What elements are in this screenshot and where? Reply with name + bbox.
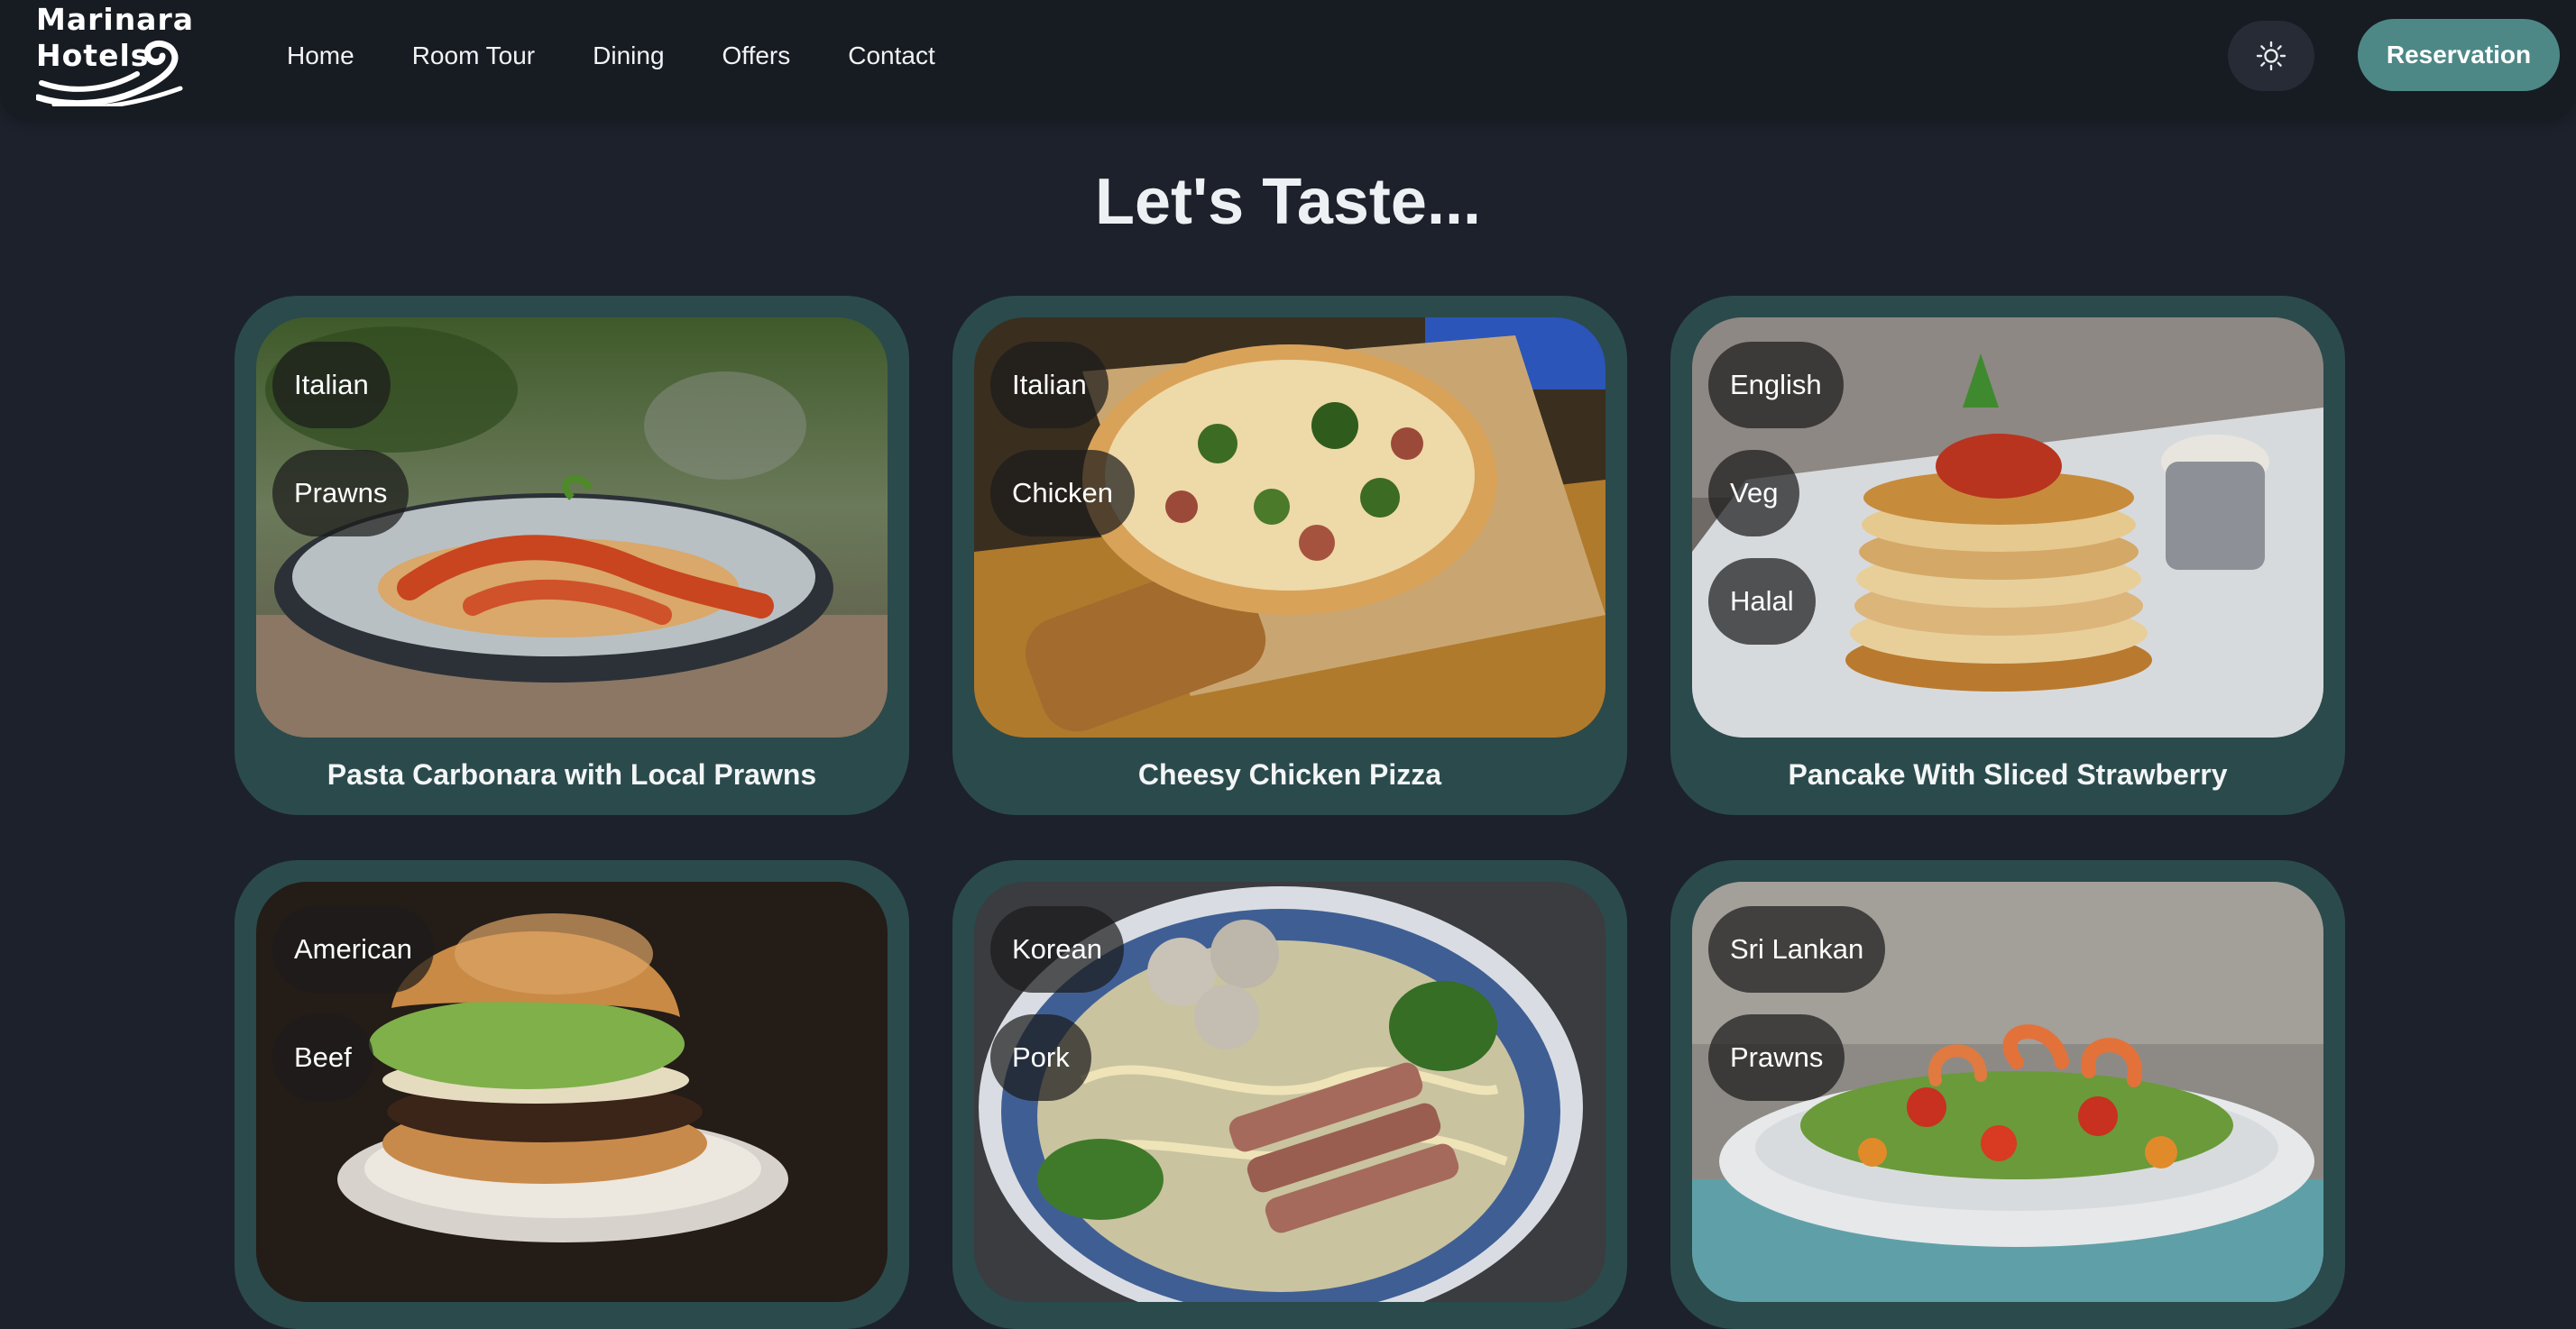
dish-card[interactable]: American Beef [235, 860, 909, 1329]
reservation-button[interactable]: Reservation [2358, 19, 2560, 91]
dish-tag: Italian [990, 342, 1109, 428]
dish-title: Cheesy Chicken Pizza [1137, 758, 1442, 791]
dish-card[interactable]: English Veg Halal Pancake With Sliced St… [1670, 296, 2345, 815]
dish-tag: English [1708, 342, 1844, 428]
dish-tags: English Veg Halal [1708, 342, 1844, 666]
dish-tag: Sri Lankan [1708, 906, 1886, 993]
sun-icon [2256, 41, 2286, 71]
dish-tag: Chicken [990, 450, 1135, 536]
dish-tags: Italian Chicken [990, 342, 1135, 558]
theme-toggle-button[interactable] [2228, 21, 2314, 91]
dish-card[interactable]: Italian Prawns Pasta Carbonara with Loca… [235, 296, 909, 815]
dish-tags: Sri Lankan Prawns [1708, 906, 1886, 1123]
dish-tag: Prawns [1708, 1014, 1845, 1101]
brand-line-1: Marinara [36, 2, 194, 37]
main-nav: Home Room Tour Dining Offers Contact [287, 36, 993, 76]
brand-logo[interactable]: Marinara Hotels [36, 2, 198, 108]
dish-tag: Korean [990, 906, 1124, 993]
wave-icon [36, 40, 183, 106]
dish-tag: Pork [990, 1014, 1091, 1101]
dish-card[interactable]: Sri Lankan Prawns [1670, 860, 2345, 1329]
dish-tag: Beef [272, 1014, 373, 1101]
nav-offers[interactable]: Offers [722, 36, 791, 76]
navbar: Marinara Hotels Home Room Tour Dining Of… [0, 0, 2576, 119]
dish-card[interactable]: Korean Pork [952, 860, 1627, 1329]
nav-dining[interactable]: Dining [593, 36, 664, 76]
dish-tags: Korean Pork [990, 906, 1124, 1123]
dish-title: Pasta Carbonara with Local Prawns [327, 758, 817, 791]
dish-tag: Italian [272, 342, 391, 428]
dish-tags: American Beef [272, 906, 434, 1123]
dish-tag: Halal [1708, 558, 1816, 645]
dish-tag: Veg [1708, 450, 1800, 536]
nav-home[interactable]: Home [287, 36, 354, 76]
dish-title: Pancake With Sliced Strawberry [1788, 758, 2228, 791]
nav-room-tour[interactable]: Room Tour [412, 36, 535, 76]
nav-contact[interactable]: Contact [848, 36, 935, 76]
page-title: Let's Taste... [1095, 166, 1481, 238]
dish-tag: Prawns [272, 450, 409, 536]
dish-card[interactable]: Italian Chicken Cheesy Chicken Pizza [952, 296, 1627, 815]
dish-tags: Italian Prawns [272, 342, 409, 558]
dish-tag: American [272, 906, 434, 993]
